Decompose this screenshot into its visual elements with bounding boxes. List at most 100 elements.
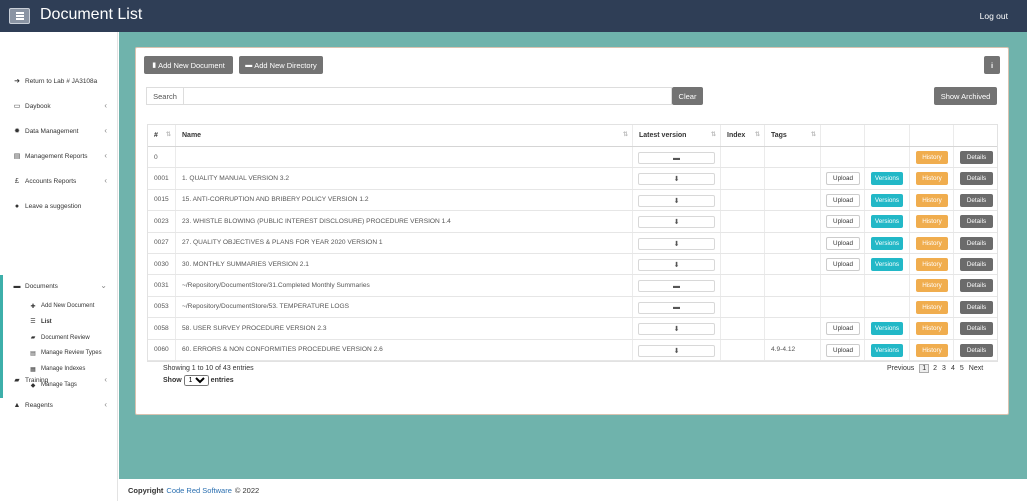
show-archived-button[interactable]: Show Archived xyxy=(934,87,997,105)
index-cell xyxy=(721,253,765,275)
document-name: 60. ERRORS & NON CONFORMITIES PROCEDURE … xyxy=(176,339,633,360)
sidebar-item-label: Reagents xyxy=(25,401,53,409)
history-button[interactable]: History xyxy=(916,215,948,229)
search-input[interactable] xyxy=(185,88,671,104)
column-header-latest-version[interactable]: Latest version ⇅ xyxy=(633,125,721,146)
page-button[interactable]: 5 xyxy=(960,365,964,372)
details-button[interactable]: Details xyxy=(960,193,993,207)
page-size-select[interactable]: 10 xyxy=(183,375,209,386)
page-button[interactable]: 3 xyxy=(942,365,946,372)
page-button[interactable]: 4 xyxy=(951,365,955,372)
details-button[interactable]: Details xyxy=(960,172,993,186)
history-button[interactable]: History xyxy=(916,300,948,314)
history-button[interactable]: History xyxy=(916,257,948,271)
versions-button[interactable]: Versions xyxy=(871,215,903,229)
versions-button[interactable]: Versions xyxy=(871,236,903,250)
details-button[interactable]: Details xyxy=(960,343,993,357)
sidebar-item[interactable]: ▭ Daybook ‹ xyxy=(0,98,117,114)
sidebar-item[interactable]: ▰ Training ‹ xyxy=(0,372,117,388)
versions-cell: Versions xyxy=(865,318,910,339)
next-page-button[interactable]: Next xyxy=(969,365,983,372)
column-header-index[interactable]: Index ⇅ xyxy=(721,125,765,146)
history-button[interactable]: History xyxy=(916,343,948,357)
open-folder-button[interactable]: ▬ xyxy=(638,152,715,164)
upload-button[interactable]: Upload xyxy=(826,236,860,250)
open-folder-button[interactable]: ▬ xyxy=(638,301,715,314)
download-button[interactable]: ⬇ xyxy=(638,237,715,250)
versions-button[interactable]: Versions xyxy=(871,322,903,336)
details-button[interactable]: Details xyxy=(960,300,993,314)
previous-page-button[interactable]: Previous xyxy=(887,365,914,372)
download-button[interactable]: ⬇ xyxy=(638,194,715,207)
versions-cell: Versions xyxy=(865,168,910,189)
clear-button[interactable]: Clear xyxy=(672,87,703,105)
history-button[interactable]: History xyxy=(916,236,948,250)
history-button[interactable]: History xyxy=(916,172,948,186)
open-folder-button[interactable]: ▬ xyxy=(638,280,715,293)
history-button[interactable]: History xyxy=(916,322,948,336)
details-button[interactable]: Details xyxy=(960,322,993,336)
table-row: 0060 60. ERRORS & NON CONFORMITIES PROCED… xyxy=(148,339,997,361)
sidebar-subitem[interactable]: ✚ Add New Document xyxy=(28,299,117,313)
chevron-left-icon: ‹ xyxy=(104,126,107,135)
details-button[interactable]: Details xyxy=(960,279,993,293)
upload-button[interactable]: Upload xyxy=(826,193,860,207)
history-cell: History xyxy=(910,296,954,318)
latest-version-cell: ⬇ xyxy=(633,168,721,189)
versions-button[interactable]: Versions xyxy=(871,193,903,207)
details-button[interactable]: Details xyxy=(960,236,993,250)
menu-toggle-button[interactable] xyxy=(9,8,30,24)
sidebar-subitem[interactable]: ☰ List xyxy=(28,315,117,329)
history-button[interactable]: History xyxy=(916,193,948,207)
details-button[interactable]: Details xyxy=(960,151,993,164)
details-cell: Details xyxy=(954,275,999,295)
page-button[interactable]: 2 xyxy=(933,365,937,372)
upload-button[interactable]: Upload xyxy=(826,343,860,357)
column-header-tags[interactable]: Tags ⇅ xyxy=(765,125,821,146)
download-button[interactable]: ⬇ xyxy=(638,216,715,229)
sidebar-item[interactable]: ▲ Reagents ‹ xyxy=(0,397,117,413)
versions-button[interactable]: Versions xyxy=(871,343,903,357)
add-new-document-button[interactable]: ▮ Add New Document xyxy=(144,56,233,74)
upload-button[interactable]: Upload xyxy=(826,257,860,271)
details-cell: Details xyxy=(954,168,999,188)
sidebar-item[interactable]: ➜ Return to Lab # JA3108a xyxy=(0,73,117,89)
sidebar-subitem[interactable]: ▰ Document Review xyxy=(28,331,117,345)
upload-button[interactable]: Upload xyxy=(826,172,860,186)
sidebar-item-label: Daybook xyxy=(25,102,51,110)
chevron-left-icon: ‹ xyxy=(104,375,107,384)
upload-button[interactable]: Upload xyxy=(826,322,860,336)
info-button[interactable]: i xyxy=(984,56,1000,74)
download-button[interactable]: ⬇ xyxy=(638,258,715,271)
versions-button[interactable]: Versions xyxy=(871,257,903,271)
sidebar-subitem[interactable]: ▤ Manage Review Types xyxy=(28,346,117,360)
upload-button[interactable]: Upload xyxy=(826,215,860,229)
document-name: 1. QUALITY MANUAL VERSION 3.2 xyxy=(176,168,633,189)
sidebar-item-label: Management Reports xyxy=(25,152,88,160)
download-button[interactable]: ⬇ xyxy=(638,323,715,336)
sidebar-item[interactable]: ✹ Data Management ‹ xyxy=(0,123,117,139)
details-cell: Details xyxy=(954,147,999,167)
sidebar-item[interactable]: ● Leave a suggestion xyxy=(0,198,117,214)
sidebar-item-label: Documents xyxy=(25,282,58,290)
page-button[interactable]: 1 xyxy=(919,363,930,373)
company-link[interactable]: Code Red Software xyxy=(166,486,231,495)
row-number: 0001 xyxy=(148,168,176,189)
history-button[interactable]: History xyxy=(916,279,948,293)
sidebar-item[interactable]: £ Accounts Reports ‹ xyxy=(0,173,117,189)
details-button[interactable]: Details xyxy=(960,215,993,229)
download-button[interactable]: ⬇ xyxy=(638,173,715,186)
chart-icon: ▤ xyxy=(13,153,21,160)
logout-link[interactable]: Log out xyxy=(980,11,1008,21)
row-number: 0060 xyxy=(148,339,176,360)
column-header-num[interactable]: # ⇅ xyxy=(148,125,176,146)
details-button[interactable]: Details xyxy=(960,257,993,271)
sidebar-item-documents[interactable]: ▬ Documents ⌄ xyxy=(0,278,117,294)
download-button[interactable]: ⬇ xyxy=(638,344,715,357)
history-button[interactable]: History xyxy=(916,151,948,164)
sidebar-item[interactable]: ▤ Management Reports ‹ xyxy=(0,148,117,164)
column-header-name[interactable]: Name ⇅ xyxy=(176,125,633,146)
add-new-directory-button[interactable]: ▬ Add New Directory xyxy=(239,56,323,74)
chevron-left-icon: ‹ xyxy=(104,101,107,110)
versions-button[interactable]: Versions xyxy=(871,172,903,186)
